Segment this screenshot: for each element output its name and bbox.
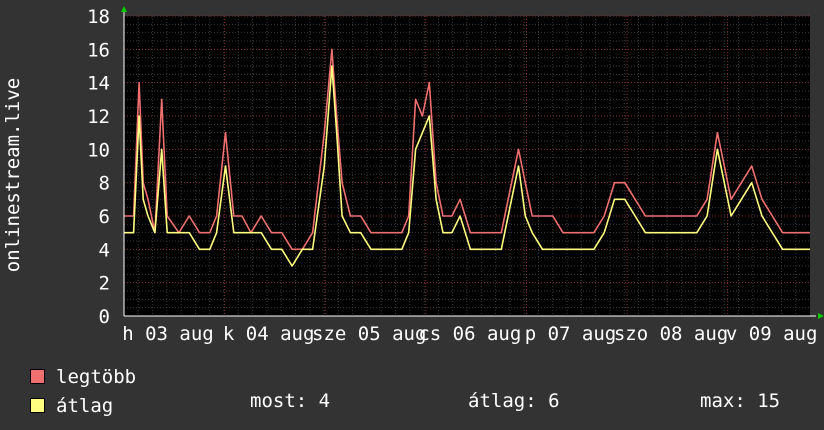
legend-item-max: legtöbb — [30, 362, 136, 391]
x-tick-label: h 03 aug — [122, 323, 214, 345]
y-axis-label: onlinestream.live — [2, 70, 24, 280]
x-tick-label: p 07 aug — [525, 323, 617, 345]
x-tick-label: szo 08 aug — [614, 323, 728, 345]
y-tick-label: 6 — [99, 206, 110, 228]
y-tick-label: 0 — [99, 306, 110, 328]
y-tick-label: 4 — [99, 239, 110, 261]
y-axis-arrow-icon — [121, 6, 127, 12]
y-tick-label: 12 — [87, 106, 110, 128]
stat-now: most: 4 — [250, 390, 331, 412]
legend-swatch-max — [30, 369, 45, 384]
legend-label-avg: átlag — [56, 394, 114, 417]
legend-item-avg: átlag — [30, 391, 136, 420]
x-tick-label: cs 06 aug — [418, 323, 521, 345]
y-tick-label: 2 — [99, 273, 110, 295]
y-tick-label: 18 — [87, 6, 110, 28]
y-tick-label: 10 — [87, 139, 110, 161]
stat-max: max: 15 — [700, 390, 781, 412]
x-tick-label: k 04 aug — [223, 323, 315, 345]
y-tick-label: 8 — [99, 173, 110, 195]
line-chart: 0 2 4 6 8 10 12 14 16 18 h 03 aug k 04 augsze 05 au… — [87, 6, 824, 345]
x-axis-arrow-icon — [818, 313, 824, 319]
y-axis-label-text: onlinestream.live — [2, 77, 24, 273]
x-tick-label: sze 05 aug — [312, 323, 426, 345]
legend-label-max: legtöbb — [56, 365, 137, 388]
y-tick-label: 14 — [87, 73, 110, 95]
legend-swatch-avg — [30, 398, 45, 413]
x-tick-label: v 09 aug — [726, 323, 818, 345]
legend: legtöbb átlag — [30, 362, 136, 420]
stat-avg: átlag: 6 — [468, 390, 560, 412]
y-tick-label: 16 — [87, 39, 110, 61]
